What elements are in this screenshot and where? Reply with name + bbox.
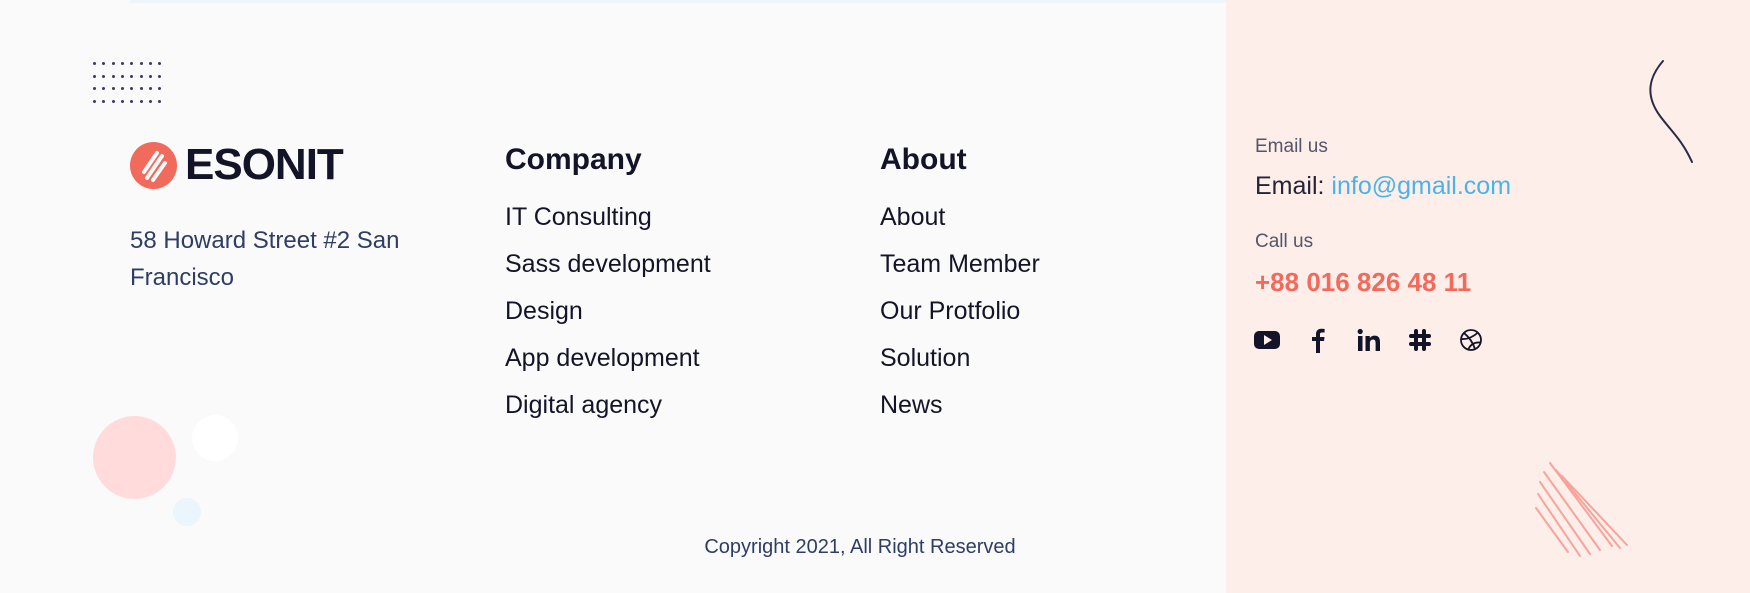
dot-decoration bbox=[130, 74, 134, 78]
dot-decoration bbox=[148, 87, 152, 90]
dot-decoration bbox=[139, 62, 143, 65]
email-label: Email us bbox=[1255, 136, 1328, 157]
email-line: Email: info@gmail.com bbox=[1255, 172, 1511, 201]
linkedin-icon[interactable] bbox=[1355, 326, 1383, 354]
dot-decoration bbox=[93, 87, 96, 90]
company-links: IT Consulting Sass development Design Ap… bbox=[505, 202, 711, 437]
company-column: Company IT Consulting Sass development D… bbox=[505, 140, 711, 437]
dot-decoration bbox=[102, 87, 106, 90]
email-link[interactable]: info@gmail.com bbox=[1331, 172, 1511, 200]
dot-decoration bbox=[93, 74, 96, 78]
dot-decoration bbox=[111, 74, 115, 78]
dot-decoration bbox=[158, 87, 162, 90]
dot-decoration bbox=[130, 62, 134, 65]
dot-decoration bbox=[111, 87, 115, 90]
dot-decoration bbox=[148, 99, 152, 103]
dot-decoration bbox=[139, 87, 143, 90]
white-circle-decoration bbox=[192, 415, 238, 461]
footer-link[interactable]: IT Consulting bbox=[505, 202, 711, 249]
social-links bbox=[1253, 326, 1508, 354]
dot-decoration bbox=[158, 62, 162, 65]
logo-mark-icon bbox=[130, 141, 177, 189]
youtube-icon[interactable] bbox=[1253, 326, 1281, 354]
company-heading: Company bbox=[505, 143, 642, 176]
brand-logo[interactable]: ESONIT bbox=[130, 140, 344, 190]
dot-grid-decoration bbox=[93, 62, 163, 104]
dot-decoration bbox=[102, 62, 106, 65]
dot-decoration bbox=[130, 87, 134, 90]
footer-link[interactable]: App development bbox=[505, 343, 711, 390]
dot-decoration bbox=[158, 99, 162, 103]
phone-link[interactable]: +88 016 826 48 11 bbox=[1255, 267, 1471, 298]
dribbble-icon[interactable] bbox=[1457, 326, 1485, 354]
footer-link[interactable]: Digital agency bbox=[505, 390, 711, 437]
pink-circle-decoration bbox=[93, 416, 176, 499]
call-label: Call us bbox=[1255, 231, 1314, 252]
dot-decoration bbox=[158, 74, 162, 78]
dot-decoration bbox=[139, 99, 143, 103]
swirl-decoration bbox=[1649, 60, 1693, 163]
dot-decoration bbox=[120, 87, 124, 90]
footer-link[interactable]: Team Member bbox=[880, 249, 1040, 296]
dot-decoration bbox=[148, 74, 152, 78]
email-prefix: Email: bbox=[1255, 172, 1325, 200]
blue-circle-decoration bbox=[173, 498, 201, 526]
dot-decoration bbox=[93, 62, 96, 65]
footer-link[interactable]: Design bbox=[505, 296, 711, 343]
dot-decoration bbox=[120, 74, 124, 78]
facebook-icon[interactable] bbox=[1304, 326, 1332, 354]
footer-link[interactable]: News bbox=[880, 390, 1040, 437]
footer-link[interactable]: Our Protfolio bbox=[880, 296, 1040, 343]
slack-icon[interactable] bbox=[1406, 326, 1434, 354]
company-address: 58 Howard Street #2 San Francisco bbox=[130, 227, 400, 291]
dot-decoration bbox=[139, 74, 143, 78]
dot-decoration bbox=[111, 62, 115, 65]
dot-decoration bbox=[102, 99, 106, 103]
dot-decoration bbox=[111, 99, 115, 103]
footer-link[interactable]: About bbox=[880, 202, 1040, 249]
brand-name: ESONIT bbox=[185, 140, 344, 189]
about-column: About About Team Member Our Protfolio So… bbox=[880, 140, 1040, 437]
dot-decoration bbox=[120, 62, 124, 65]
footer-link[interactable]: Solution bbox=[880, 343, 1040, 390]
about-heading: About bbox=[880, 143, 967, 176]
dot-decoration bbox=[102, 74, 106, 78]
copyright-text: Copyright 2021, All Right Reserved bbox=[704, 536, 1016, 558]
dot-decoration bbox=[93, 99, 96, 103]
dot-decoration bbox=[148, 62, 152, 65]
dot-decoration bbox=[120, 99, 124, 103]
footer-link[interactable]: Sass development bbox=[505, 249, 711, 296]
about-links: About Team Member Our Protfolio Solution… bbox=[880, 202, 1040, 437]
dot-decoration bbox=[130, 99, 134, 103]
